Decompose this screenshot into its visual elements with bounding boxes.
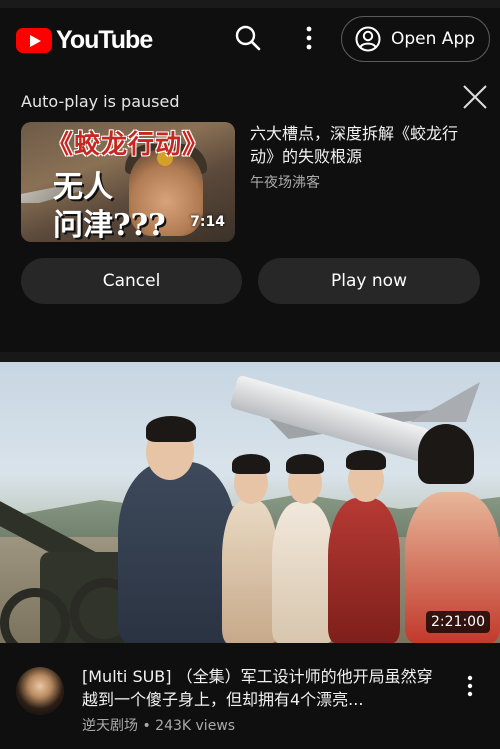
thumbnail-woman-hair <box>346 450 386 470</box>
autoplay-video-title[interactable]: 六大槽点，深度拆解《蛟龙行动》的失败根源 <box>250 122 465 168</box>
thumbnail-plane-tail <box>410 382 480 422</box>
thumbnail-line-2: 问津??? <box>53 208 166 242</box>
video-thumbnail[interactable]: 2:21:00 <box>0 362 500 643</box>
thumbnail-woman-hair <box>418 424 474 484</box>
meta-separator: • <box>142 718 151 734</box>
video-title[interactable]: [Multi SUB] （全集）军工设计师的他开局虽然穿越到一个傻子身上，但却拥… <box>82 665 442 711</box>
more-vert-icon <box>467 675 473 697</box>
thumbnail-headline: 《蛟龙行动》 <box>46 130 209 160</box>
cancel-button[interactable]: Cancel <box>21 258 242 304</box>
search-button[interactable] <box>228 18 268 58</box>
close-button[interactable] <box>460 82 490 112</box>
thumbnail-woman <box>328 498 400 643</box>
video-meta: 逆天剧场 • 243K views <box>82 715 235 735</box>
thumbnail-woman <box>222 500 278 643</box>
youtube-logo-icon <box>16 28 52 53</box>
video-info: [Multi SUB] （全集）军工设计师的他开局虽然穿越到一个傻子身上，但却拥… <box>0 643 500 749</box>
logo-text: YouTube <box>56 26 153 54</box>
thumbnail-woman-hair <box>286 454 324 474</box>
close-icon <box>463 85 487 109</box>
account-circle-icon <box>355 26 381 52</box>
search-icon <box>235 25 261 51</box>
autoplay-title: Auto-play is paused <box>21 92 180 111</box>
autoplay-duration: 7:14 <box>190 214 225 230</box>
thumbnail-woman-hair <box>232 454 270 474</box>
open-app-label: Open App <box>391 29 476 49</box>
more-options-button[interactable] <box>289 18 329 58</box>
autoplay-panel: Auto-play is paused 《蛟龙行动》 无人 问津??? 7:14… <box>0 72 500 362</box>
status-strip <box>0 0 500 8</box>
autoplay-channel: 午夜场沸客 <box>250 175 320 191</box>
channel-avatar[interactable] <box>16 667 64 715</box>
play-now-button[interactable]: Play now <box>258 258 480 304</box>
open-app-button[interactable]: Open App <box>341 16 490 62</box>
more-vert-icon <box>306 26 312 50</box>
video-more-button[interactable] <box>455 671 485 701</box>
section-divider <box>0 352 500 362</box>
youtube-logo[interactable]: YouTube <box>16 26 153 55</box>
autoplay-thumbnail[interactable]: 《蛟龙行动》 无人 问津??? 7:14 <box>21 122 235 242</box>
thumbnail-woman <box>272 502 334 643</box>
thumbnail-man <box>118 462 236 643</box>
view-count: 243K views <box>155 718 236 734</box>
top-app-bar: YouTube Open App <box>0 0 500 72</box>
thumbnail-man-hair <box>146 416 196 442</box>
video-duration: 2:21:00 <box>426 611 490 633</box>
channel-name[interactable]: 逆天剧场 <box>82 718 138 734</box>
